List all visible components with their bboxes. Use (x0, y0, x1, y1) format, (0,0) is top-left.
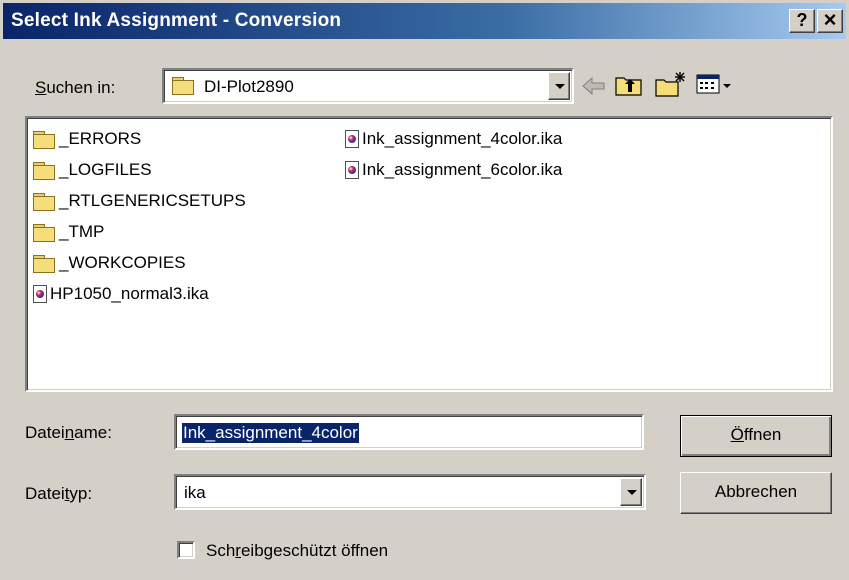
ika-file-icon (345, 161, 359, 179)
filename-input[interactable]: Ink_assignment_4color (174, 414, 644, 450)
folder-icon (172, 77, 198, 99)
folder-list-item[interactable]: _RTLGENERICSETUPS (33, 190, 246, 212)
folder-list-item[interactable]: _TMP (33, 221, 104, 243)
file-list-item[interactable]: Ink_assignment_4color.ika (345, 128, 562, 150)
chevron-down-icon[interactable] (548, 72, 570, 100)
look-in-value: DI-Plot2890 (204, 77, 294, 96)
list-item-label: Ink_assignment_6color.ika (362, 160, 563, 179)
folder-icon (33, 161, 55, 180)
window-title: Select Ink Assignment - Conversion (11, 10, 342, 31)
new-folder-icon[interactable] (654, 70, 688, 98)
list-item-label: _ERRORS (59, 129, 142, 148)
filetype-label: Dateityp: (25, 484, 93, 503)
folder-list-item[interactable]: _WORKCOPIES (33, 252, 186, 274)
open-button-text: ffnen (743, 425, 782, 444)
filename-label: Dateiname: (25, 423, 112, 442)
readonly-label: Schreibgeschützt öffnen (206, 541, 389, 560)
list-item-label: _RTLGENERICSETUPS (59, 191, 246, 210)
cancel-button[interactable]: Abbrechen (680, 472, 832, 514)
filetype-combo[interactable]: ika (174, 474, 646, 510)
folder-icon (33, 192, 55, 211)
open-file-dialog: Select Ink Assignment - Conversion ? × S… (0, 0, 849, 580)
readonly-checkbox[interactable] (177, 541, 195, 559)
list-item-label: HP1050_normal3.ika (50, 284, 209, 303)
look-in-label-text: uchen in: (46, 78, 116, 97)
list-item-label: _LOGFILES (59, 160, 152, 179)
close-button[interactable]: × (817, 9, 843, 33)
back-arrow-icon[interactable] (580, 74, 608, 98)
open-button[interactable]: Öffnen (680, 415, 832, 457)
folder-icon (33, 223, 55, 242)
folder-list-item[interactable]: _LOGFILES (33, 159, 152, 181)
look-in-combo[interactable]: DI-Plot2890 (162, 68, 574, 104)
title-bar[interactable]: Select Ink Assignment - Conversion ? × (3, 3, 846, 39)
view-menu-icon[interactable] (696, 74, 736, 96)
file-list[interactable]: _ERRORS _LOGFILES _RTLGENERICSETUPS _TMP _WO… (25, 116, 833, 392)
list-item-label: Ink_assignment_4color.ika (362, 129, 563, 148)
ika-file-icon (33, 285, 47, 303)
list-item-label: _TMP (59, 222, 105, 241)
look-in-label: Suchen in: (35, 78, 116, 97)
folder-icon (33, 254, 55, 273)
filename-value: Ink_assignment_4color (182, 423, 359, 443)
up-folder-icon[interactable] (614, 72, 644, 98)
ika-file-icon (345, 130, 359, 148)
chevron-down-icon[interactable] (620, 478, 642, 506)
help-button[interactable]: ? (789, 9, 815, 33)
filetype-value: ika (184, 483, 206, 502)
folder-list-item[interactable]: _ERRORS (33, 128, 141, 150)
file-list-item[interactable]: HP1050_normal3.ika (33, 283, 209, 305)
list-item-label: _WORKCOPIES (59, 253, 186, 272)
file-list-item[interactable]: Ink_assignment_6color.ika (345, 159, 562, 181)
folder-icon (33, 130, 55, 149)
